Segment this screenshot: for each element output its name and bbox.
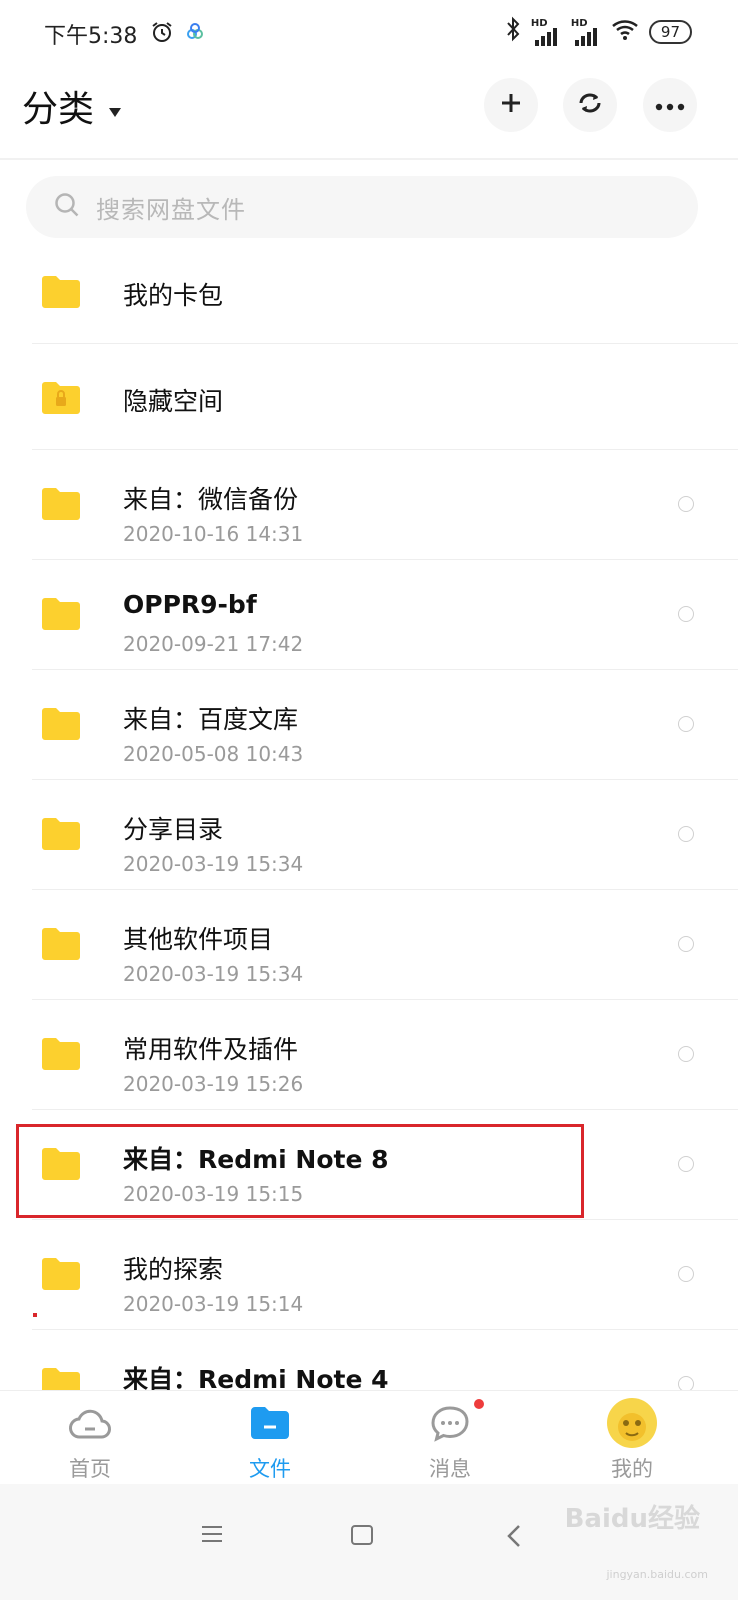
select-checkbox[interactable] <box>678 496 694 512</box>
sync-button[interactable] <box>563 78 617 132</box>
file-name: 常用软件及插件 <box>123 1035 299 1064</box>
alarm-icon <box>150 20 174 48</box>
list-item[interactable]: 我的探索 2020-03-19 15:14 <box>0 1220 738 1330</box>
cloud-icon <box>68 1405 112 1445</box>
avatar <box>606 1397 658 1453</box>
file-date: 2020-03-19 15:34 <box>123 852 304 876</box>
select-checkbox[interactable] <box>678 1156 694 1172</box>
list-item[interactable]: 其他软件项目 2020-03-19 15:34 <box>0 890 738 1000</box>
tab-home[interactable]: 首页 <box>0 1391 180 1483</box>
folder-icon <box>42 928 80 964</box>
tab-label: 我的 <box>611 1457 653 1481</box>
search-icon <box>54 192 80 222</box>
tab-messages[interactable]: 消息 <box>360 1391 540 1483</box>
folder-icon <box>251 1405 289 1445</box>
select-checkbox[interactable] <box>678 826 694 842</box>
watermark-url: jingyan.baidu.com <box>606 1568 708 1581</box>
select-checkbox[interactable] <box>678 936 694 952</box>
file-name: 来自：百度文库 <box>123 705 299 734</box>
list-item[interactable]: 来自：百度文库 2020-05-08 10:43 <box>0 670 738 780</box>
folder-icon <box>42 1258 80 1294</box>
file-name: 我的探索 <box>123 1255 224 1284</box>
sync-icon <box>576 91 604 119</box>
tab-label: 消息 <box>429 1457 471 1481</box>
annotation-mark <box>33 1313 37 1317</box>
list-item[interactable]: 我的卡包 <box>0 238 738 344</box>
file-name: 我的卡包 <box>123 281 224 310</box>
tab-files[interactable]: 文件 <box>180 1391 360 1483</box>
list-item[interactable]: 隐藏空间 <box>0 344 738 450</box>
folder-icon <box>42 818 80 854</box>
plus-icon <box>500 92 522 118</box>
select-checkbox[interactable] <box>678 1266 694 1282</box>
list-item[interactable]: 常用软件及插件 2020-03-19 15:26 <box>0 1000 738 1110</box>
file-date: 2020-10-16 14:31 <box>123 522 304 546</box>
notification-badge <box>474 1399 484 1409</box>
wifi-icon <box>611 18 639 46</box>
folder-icon <box>42 1038 80 1074</box>
chat-icon <box>430 1405 470 1447</box>
file-list: 我的卡包 隐藏空间 来自：微信备份 2020-10-16 14:31 OPPR9… <box>0 238 738 1440</box>
tab-label: 首页 <box>69 1457 111 1481</box>
folder-icon <box>42 598 80 634</box>
select-checkbox[interactable] <box>678 716 694 732</box>
file-date: 2020-03-19 15:34 <box>123 962 304 986</box>
baidu-watermark: Baidu经验 <box>564 1504 700 1534</box>
search-placeholder: 搜索网盘文件 <box>96 195 246 224</box>
file-name: 其他软件项目 <box>123 925 274 954</box>
folder-icon <box>42 488 80 524</box>
baidu-netdisk-notification-icon <box>185 22 205 46</box>
locked-folder-icon <box>42 382 80 418</box>
signal-icon-sim1: HD <box>531 18 561 46</box>
home-square-icon[interactable] <box>350 1524 374 1550</box>
back-chevron-icon[interactable] <box>506 1524 522 1552</box>
status-bar: 下午5:38 HD HD 97 <box>0 0 738 68</box>
bluetooth-icon <box>505 16 521 48</box>
file-name: 来自：微信备份 <box>123 485 299 514</box>
menu-icon[interactable] <box>200 1524 224 1548</box>
select-checkbox[interactable] <box>678 606 694 622</box>
top-header: 分类 <box>0 68 738 160</box>
bottom-tab-bar: 首页 文件 消息 我的 <box>0 1390 738 1483</box>
caret-down-icon <box>108 86 122 127</box>
folder-icon <box>42 708 80 744</box>
file-date: 2020-05-08 10:43 <box>123 742 304 766</box>
battery-indicator: 97 <box>648 20 692 44</box>
tab-mine[interactable]: 我的 <box>542 1391 722 1483</box>
file-date: 2020-03-19 15:14 <box>123 1292 304 1316</box>
file-name: 分享目录 <box>123 815 224 844</box>
list-item[interactable]: 分享目录 2020-03-19 15:34 <box>0 780 738 890</box>
more-dots-icon <box>655 96 685 115</box>
file-date: 2020-09-21 17:42 <box>123 632 304 656</box>
category-dropdown[interactable]: 分类 <box>22 80 122 132</box>
status-time: 下午5:38 <box>44 24 138 49</box>
folder-icon <box>42 276 80 312</box>
more-button[interactable] <box>643 78 697 132</box>
highlight-annotation-box <box>16 1124 584 1218</box>
list-item[interactable]: OPPR9-bf 2020-09-21 17:42 <box>0 560 738 670</box>
page-title: 分类 <box>22 89 95 130</box>
file-date: 2020-03-19 15:26 <box>123 1072 304 1096</box>
add-button[interactable] <box>484 78 538 132</box>
signal-icon-sim2: HD <box>571 18 601 46</box>
tab-label: 文件 <box>249 1457 291 1481</box>
search-input[interactable]: 搜索网盘文件 <box>26 176 698 238</box>
file-name: OPPR9-bf <box>123 590 257 619</box>
list-item[interactable]: 来自：微信备份 2020-10-16 14:31 <box>0 450 738 560</box>
select-checkbox[interactable] <box>678 1046 694 1062</box>
file-name: 隐藏空间 <box>123 387 224 416</box>
